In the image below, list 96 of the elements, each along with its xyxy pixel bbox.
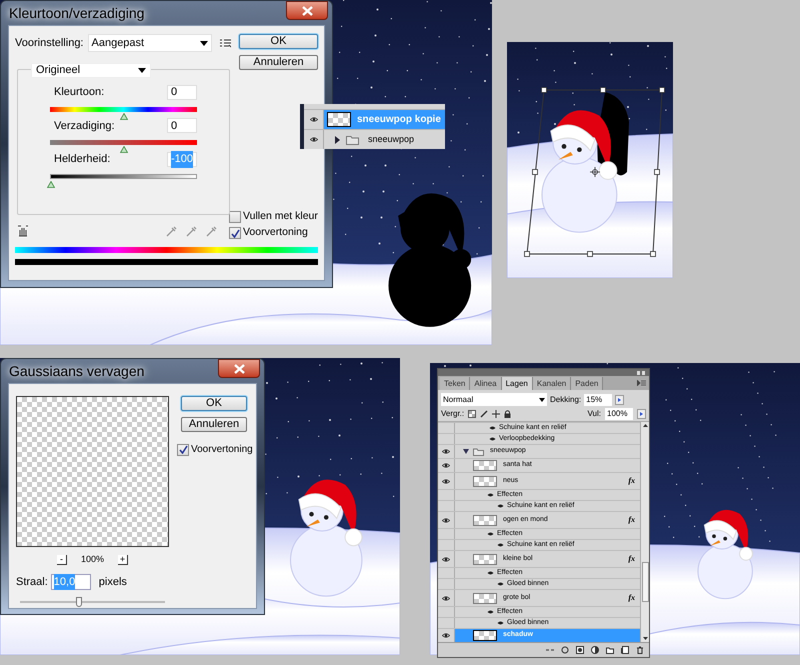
slider-label: Kleurtoon: xyxy=(54,85,104,100)
ok-button[interactable]: OK xyxy=(181,396,247,411)
checkbox[interactable] xyxy=(177,444,189,456)
layer-name: sneeuwpop xyxy=(368,132,414,146)
close-button[interactable] xyxy=(218,359,260,378)
eye-icon xyxy=(442,462,450,469)
panel-menu-icon xyxy=(637,380,646,386)
opacity-field[interactable]: 15% xyxy=(584,394,612,406)
arrow-button-icon xyxy=(637,409,646,419)
mask-icon xyxy=(576,646,584,654)
lock-icon xyxy=(504,410,512,418)
checkbox[interactable] xyxy=(229,211,241,223)
layer-thumbnail xyxy=(473,514,497,526)
field-label: Straal: xyxy=(16,574,48,590)
folder-icon xyxy=(606,646,614,654)
eye-icon xyxy=(310,136,318,143)
trash-icon xyxy=(636,646,644,654)
layer-thumbnail xyxy=(473,592,497,604)
collapse-icon xyxy=(637,370,645,374)
eye-icon xyxy=(442,556,450,562)
blend-mode-dropdown[interactable]: Normaal xyxy=(441,393,547,406)
lock-transparency-icon xyxy=(468,410,476,418)
unit-label: pixels xyxy=(98,574,127,590)
zoom-out-button[interactable]: - xyxy=(56,554,67,565)
checkbox[interactable] xyxy=(229,227,241,239)
eye-icon xyxy=(442,448,450,455)
scrollbar-thumb[interactable] xyxy=(642,562,648,602)
eye-icon xyxy=(442,632,450,639)
eye-icon xyxy=(442,516,450,524)
eye-icon xyxy=(310,116,318,123)
effects-label: fx xyxy=(628,514,635,526)
cancel-button[interactable]: Annuleren xyxy=(181,417,247,432)
folder-icon xyxy=(346,134,359,144)
window-title: Gaussiaans vervagen xyxy=(9,362,144,381)
window-title: Kleurtoon/verzadiging xyxy=(9,4,144,23)
caret-icon xyxy=(138,68,146,73)
eyedropper-icon xyxy=(166,226,177,236)
eyedropper-minus-icon xyxy=(206,226,217,236)
caret-icon xyxy=(539,398,545,402)
hand-adjust-icon xyxy=(17,225,29,237)
arrow-button-icon xyxy=(615,394,624,404)
close-button[interactable] xyxy=(286,1,328,20)
channel-dropdown[interactable]: Origineel xyxy=(31,63,151,78)
effects-icon xyxy=(561,646,569,654)
move-icon xyxy=(492,410,500,418)
effects-label: fx xyxy=(628,592,635,604)
layer-name: sneeuwpop kopie xyxy=(357,113,441,127)
field-label: Vul: xyxy=(588,408,601,420)
panel-tab[interactable]: Teken xyxy=(440,377,470,390)
layer-thumbnail xyxy=(473,554,497,564)
new-layer-icon xyxy=(621,646,629,654)
value-field[interactable]: 0 xyxy=(167,118,197,134)
panel-tab[interactable]: Kanalen xyxy=(532,377,572,390)
slider-thumb[interactable] xyxy=(76,597,82,608)
effects-label: fx xyxy=(628,475,635,487)
scroll-down-icon xyxy=(642,637,648,640)
fill-field[interactable]: 100% xyxy=(605,408,633,420)
slider-label: Verzadiging: xyxy=(54,118,115,134)
scroll-up-icon xyxy=(642,424,648,427)
brush-icon xyxy=(480,410,488,418)
checkmark-icon xyxy=(178,445,188,454)
preset-dropdown[interactable]: Aangepast xyxy=(88,34,212,52)
field-label: Vergr.: xyxy=(441,408,464,420)
eye-icon xyxy=(442,594,450,602)
checkbox-label: Voorvertoning xyxy=(243,225,308,240)
checkbox-label: Vullen met kleur xyxy=(243,209,318,224)
eye-icon xyxy=(442,478,450,484)
ok-button[interactable]: OK xyxy=(239,34,318,49)
close-icon xyxy=(234,364,244,374)
value-field[interactable]: 0 xyxy=(167,84,197,100)
slider-label: Helderheid: xyxy=(54,152,110,167)
layer-row[interactable]: sneeuwpop xyxy=(304,129,445,149)
close-icon xyxy=(302,6,312,16)
list-menu-icon xyxy=(220,38,230,48)
scrollbar[interactable] xyxy=(640,422,649,642)
panel-tab[interactable]: Lagen xyxy=(502,377,533,390)
pivot-point-icon xyxy=(590,166,600,178)
radius-slider[interactable] xyxy=(20,596,165,608)
caret-icon xyxy=(200,40,208,46)
layer-thumbnail xyxy=(473,630,497,641)
checkmark-icon xyxy=(230,228,240,238)
effects-label: fx xyxy=(628,553,635,565)
layer-thumbnail xyxy=(473,460,497,471)
layer-thumbnail xyxy=(473,476,497,486)
adjustment-icon xyxy=(591,646,599,654)
layer-thumbnail xyxy=(327,112,351,127)
cancel-button[interactable]: Annuleren xyxy=(239,55,318,70)
field-label: Dekking: xyxy=(550,394,582,406)
zoom-in-button[interactable]: + xyxy=(118,554,128,565)
panel-tab[interactable]: Alinea xyxy=(470,377,502,390)
eyedropper-plus-icon xyxy=(186,226,197,236)
checkbox-label: Voorvertoning xyxy=(191,443,253,457)
field-label: Voorinstelling: xyxy=(15,36,84,51)
zoom-level: 100% xyxy=(80,553,104,566)
panel-tab[interactable]: Paden xyxy=(571,377,604,390)
folder-icon xyxy=(473,448,484,456)
